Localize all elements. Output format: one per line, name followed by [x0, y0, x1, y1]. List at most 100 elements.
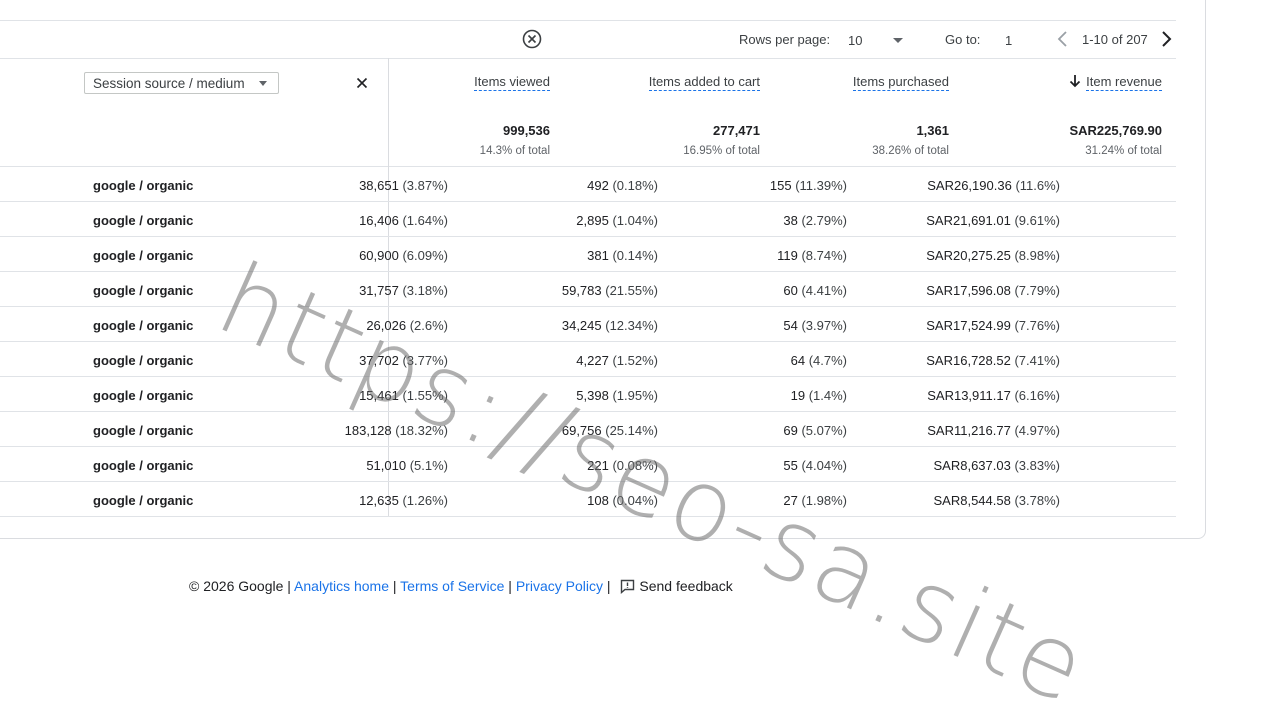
toolbar-top-divider — [0, 20, 1176, 21]
cell-percent: (4.04%) — [801, 458, 847, 473]
rows-per-page-label: Rows per page: — [739, 32, 831, 47]
total-items-purchased: 1,361 — [916, 123, 949, 138]
cell-value: SAR20,275.25 — [926, 248, 1011, 263]
send-feedback-label: Send feedback — [639, 578, 733, 594]
column-header-items-purchased[interactable]: Items purchased — [852, 74, 949, 91]
cell-percent: (3.83%) — [1014, 458, 1060, 473]
table-row: google / organic 38,651 (3.87%) 492 (0.18%… — [0, 167, 1176, 202]
cell-value: SAR21,691.01 — [926, 213, 1011, 228]
cell-items-viewed: 38,651 (3.87%) — [359, 178, 448, 193]
cell-value: 119 — [777, 248, 798, 263]
cell-value: 55 — [783, 458, 798, 473]
dimension-cell: google / organic — [93, 213, 194, 228]
cell-percent: (1.95%) — [612, 388, 658, 403]
cell-percent: (0.08%) — [612, 458, 658, 473]
rows-per-page-select[interactable]: 10 — [847, 30, 907, 50]
total-items-added-to-cart: 277,471 — [713, 123, 760, 138]
cell-items-added-to-cart: 492 (0.18%) — [587, 178, 658, 193]
cell-value: 155 — [769, 178, 792, 193]
cell-percent: (7.41%) — [1014, 353, 1060, 368]
column-header-items-added-to-cart[interactable]: Items added to cart — [648, 74, 760, 91]
goto-page-input[interactable]: 1 — [995, 30, 1035, 50]
cell-value: 64 — [790, 353, 806, 368]
cell-percent: (0.14%) — [612, 248, 658, 263]
dimension-cell: google / organic — [93, 458, 194, 473]
cell-percent: (4.41%) — [801, 283, 847, 298]
cell-percent: (1.98%) — [801, 493, 847, 508]
cell-items-purchased: 19 (1.4%) — [791, 388, 847, 403]
cell-items-purchased: 69 (5.07%) — [783, 423, 847, 438]
cell-item-revenue: SAR21,691.01 (9.61%) — [926, 213, 1060, 228]
cell-percent: (7.79%) — [1014, 283, 1060, 298]
cell-value: 4,227 — [576, 353, 609, 368]
terms-of-service-link[interactable]: Terms of Service — [400, 578, 504, 594]
cell-value: 108 — [587, 493, 609, 508]
cell-percent: (12.34%) — [605, 318, 658, 333]
cell-value: SAR8,637.03 — [933, 458, 1011, 473]
cell-percent: (5.1%) — [409, 458, 448, 473]
page-footer: © 2026 Google | Analytics home | Terms o… — [189, 578, 733, 594]
cell-value: SAR17,524.99 — [926, 318, 1011, 333]
column-header-item-revenue[interactable]: Item revenue — [1069, 74, 1162, 91]
close-circle-icon[interactable] — [522, 29, 542, 49]
cell-items-viewed: 31,757 (3.18%) — [359, 283, 448, 298]
cell-value: 38,651 — [359, 178, 399, 193]
cell-percent: (21.55%) — [605, 283, 658, 298]
chevron-down-icon — [259, 81, 267, 86]
cell-items-added-to-cart: 381 (0.14%) — [587, 248, 658, 263]
close-icon[interactable] — [354, 75, 370, 91]
cell-percent: (1.52%) — [612, 353, 658, 368]
cell-percent: (2.6%) — [409, 318, 448, 333]
cell-percent: (1.04%) — [612, 213, 658, 228]
cell-item-revenue: SAR8,637.03 (3.83%) — [934, 458, 1061, 473]
cell-percent: (6.16%) — [1014, 388, 1060, 403]
cell-items-viewed: 51,010 (5.1%) — [366, 458, 448, 473]
cell-percent: (4.97%) — [1014, 423, 1060, 438]
cell-value: 54 — [783, 318, 798, 333]
cell-percent: (0.18%) — [612, 178, 658, 193]
cell-percent: (11.39%) — [795, 178, 847, 193]
cell-items-viewed: 26,026 (2.6%) — [366, 318, 448, 333]
cell-item-revenue: SAR11,216.77 (4.97%) — [927, 423, 1060, 438]
send-feedback-button[interactable]: Send feedback — [614, 578, 733, 594]
cell-items-added-to-cart: 2,895 (1.04%) — [576, 213, 658, 228]
cell-value: 221 — [587, 458, 609, 473]
cell-value: 5,398 — [576, 388, 609, 403]
privacy-policy-link[interactable]: Privacy Policy — [516, 578, 603, 594]
chevron-down-icon — [893, 38, 903, 43]
cell-percent: (3.18%) — [402, 283, 448, 298]
chevron-left-icon[interactable] — [1053, 28, 1073, 50]
cell-value: 38 — [783, 213, 798, 228]
cell-value: 34,245 — [561, 318, 602, 333]
cell-value: 26,026 — [366, 318, 407, 333]
dimension-cell: google / organic — [93, 178, 194, 193]
table-row: google / organic 26,026 (2.6%) 34,245 (12.… — [0, 307, 1176, 342]
cell-value: 60,900 — [359, 248, 399, 263]
table-row: google / organic 51,010 (5.1%) 221 (0.08%)… — [0, 447, 1176, 482]
cell-value: SAR8,544.58 — [933, 493, 1011, 508]
cell-value: SAR17,596.08 — [926, 283, 1011, 298]
cell-value: 69 — [783, 423, 798, 438]
cell-percent: (1.64%) — [402, 213, 448, 228]
dimension-selector[interactable]: Session source / medium — [84, 72, 279, 94]
cell-percent: (18.32%) — [395, 423, 448, 438]
cell-items-added-to-cart: 221 (0.08%) — [587, 458, 658, 473]
analytics-home-link[interactable]: Analytics home — [294, 578, 389, 594]
arrow-down-icon — [1069, 75, 1081, 88]
cell-percent: (2.79%) — [801, 213, 847, 228]
cell-items-purchased: 119 (8.74%) — [777, 248, 847, 263]
dimension-cell: google / organic — [93, 353, 194, 368]
cell-value: SAR26,190.36 — [927, 178, 1012, 193]
chevron-right-icon[interactable] — [1156, 28, 1176, 50]
cell-value: 492 — [587, 178, 609, 193]
footer-separator: | — [392, 578, 397, 594]
dimension-cell: google / organic — [93, 318, 194, 333]
cell-items-added-to-cart: 4,227 (1.52%) — [576, 353, 658, 368]
cell-value: 12,635 — [359, 493, 399, 508]
cell-value: 2,895 — [576, 213, 609, 228]
cell-items-purchased: 27 (1.98%) — [783, 493, 847, 508]
column-header-items-viewed[interactable]: Items viewed — [474, 74, 550, 91]
cell-percent: (3.97%) — [801, 318, 847, 333]
cell-percent: (5.07%) — [801, 423, 847, 438]
cell-items-added-to-cart: 108 (0.04%) — [587, 493, 658, 508]
